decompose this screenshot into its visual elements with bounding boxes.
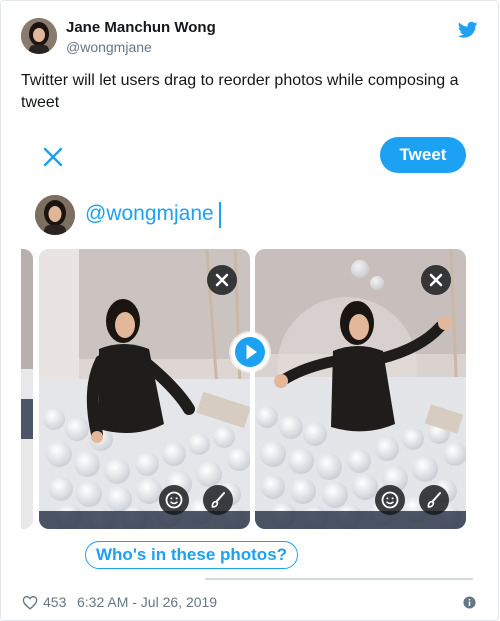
tweet-timestamp[interactable]: 6:32 AM - Jul 26, 2019 [77,594,217,610]
tweet-button[interactable]: Tweet [380,137,466,173]
heart-icon[interactable] [22,595,38,610]
drag-reorder-icon [235,337,265,367]
sticker-button-1[interactable] [159,485,189,515]
drag-reorder-handle[interactable] [231,333,269,371]
author-handle[interactable]: @wongmjane [66,39,152,55]
tweet-footer: 453 6:32 AM - Jul 26, 2019 [1,586,500,621]
sticker-icon [165,491,183,509]
close-icon[interactable] [41,145,65,169]
tweet-media-screenshot[interactable]: Tweet @wongmjane Who's in these photos? [21,123,480,581]
remove-photo-icon [215,273,229,287]
composer-avatar [35,195,75,235]
edit-brush-button-1[interactable] [203,485,233,515]
tweet-header: Jane Manchun Wong @wongmjane [1,1,500,67]
tag-people-button[interactable]: Who's in these photos? [85,541,299,569]
photo-thumbnail-partial[interactable] [21,249,33,529]
tweet-text: Twitter will let users drag to reorder p… [21,72,459,111]
composer-text-input[interactable]: @wongmjane [85,202,214,226]
twitter-bird-icon[interactable] [458,21,478,39]
remove-photo-button-1[interactable] [207,265,237,295]
edit-brush-icon [211,492,225,508]
photo-thumbnail-2[interactable] [255,249,466,529]
author-avatar[interactable] [21,18,57,54]
tweet-card: Jane Manchun Wong @wongmjane Twitter wil… [0,0,499,621]
author-display-name[interactable]: Jane Manchun Wong [66,19,216,36]
remove-photo-icon [429,273,443,287]
photo-thumbnail-1[interactable] [39,249,250,529]
info-icon[interactable] [463,596,476,609]
like-count[interactable]: 453 [43,594,66,610]
edit-brush-icon [427,492,441,508]
text-cursor [219,202,221,228]
edit-brush-button-2[interactable] [419,485,449,515]
sticker-icon [381,491,399,509]
remove-photo-button-2[interactable] [421,265,451,295]
composer-divider [205,578,473,580]
sticker-button-2[interactable] [375,485,405,515]
